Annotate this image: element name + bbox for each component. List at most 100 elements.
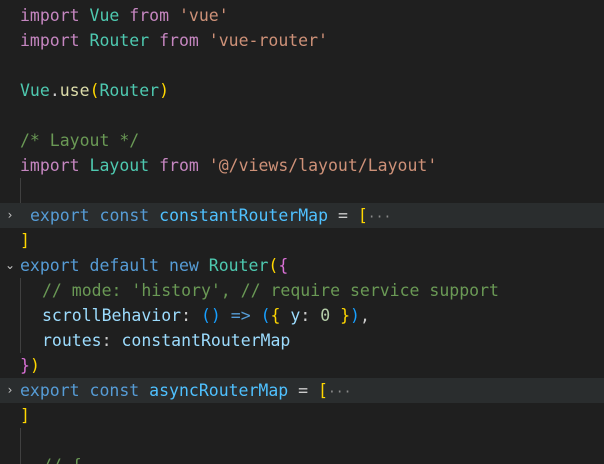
bracket-token: ]: [20, 406, 30, 425]
keyword-token: from: [159, 156, 199, 175]
bracket-token: }: [20, 356, 30, 375]
punctuation-token: =: [328, 206, 358, 225]
keyword-token: from: [129, 6, 170, 25]
comment-token: /* Layout */: [20, 131, 140, 150]
identifier-token: Vue: [89, 6, 120, 25]
constant-token: asyncRouterMap: [149, 381, 289, 400]
code-line-7[interactable]: import Layout from '@/views/layout/Layou…: [0, 153, 604, 178]
keyword-token: import: [20, 31, 80, 50]
identifier-token: Router: [99, 81, 160, 100]
string-token: '@/views/layout/Layout': [208, 156, 438, 175]
constant-token: constantRouterMap: [159, 206, 329, 225]
property-token: routes: [42, 331, 102, 350]
bracket-token: (): [200, 306, 221, 325]
bracket-token: {: [278, 256, 289, 275]
code-line-1[interactable]: import Vue from 'vue': [0, 3, 604, 28]
code-line-3[interactable]: [0, 53, 604, 78]
code-line-10[interactable]: ]: [0, 228, 604, 253]
code-line-18[interactable]: [0, 428, 604, 453]
punctuation-token: :: [300, 306, 321, 325]
keyword-token: import: [20, 6, 80, 25]
bracket-token: (: [260, 306, 271, 325]
number-token: 0: [320, 306, 331, 325]
bracket-token: {: [270, 306, 281, 325]
code-line-6[interactable]: /* Layout */: [0, 128, 604, 153]
code-line-17[interactable]: ]: [0, 403, 604, 428]
folded-code-ellipsis[interactable]: ···: [328, 385, 351, 400]
comment-token: // mode: 'history', // require service s…: [42, 281, 499, 300]
punctuation-token: ,: [359, 306, 370, 325]
bracket-token: }: [340, 306, 351, 325]
keyword-token: new: [169, 256, 199, 275]
code-line-12[interactable]: // mode: 'history', // require service s…: [0, 278, 604, 303]
class-token: Router: [208, 256, 269, 275]
bracket-token: ): [29, 356, 40, 375]
code-editor[interactable]: import Vue from 'vue' import Router from…: [0, 0, 604, 464]
punctuation-token: :: [181, 306, 201, 325]
code-line-15[interactable]: }): [0, 353, 604, 378]
string-token: 'vue-router': [208, 31, 328, 50]
chevron-down-icon[interactable]: ⌄: [3, 253, 17, 278]
chevron-right-icon[interactable]: ›: [3, 203, 17, 228]
code-line-9[interactable]: › export const constantRouterMap = [···: [0, 203, 604, 228]
punctuation-token: :: [101, 331, 122, 350]
code-line-4[interactable]: Vue.use(Router): [0, 78, 604, 103]
keyword-token: import: [20, 156, 80, 175]
code-line-14[interactable]: routes: constantRouterMap: [0, 328, 604, 353]
arrow-token: =>: [230, 306, 251, 325]
code-line-2[interactable]: import Router from 'vue-router': [0, 28, 604, 53]
identifier-token: Router: [89, 31, 150, 50]
keyword-token: export: [20, 381, 80, 400]
code-line-16[interactable]: › export const asyncRouterMap = [···: [0, 378, 604, 403]
identifier-token: Layout: [89, 156, 150, 175]
keyword-token: export: [20, 256, 80, 275]
bracket-token: (: [268, 256, 279, 275]
bracket-token: ): [350, 306, 360, 325]
property-token: y: [290, 306, 301, 325]
property-token: scrollBehavior: [42, 306, 182, 325]
bracket-token: ): [159, 81, 170, 100]
folded-code-ellipsis[interactable]: ···: [368, 210, 391, 225]
bracket-token: [: [357, 206, 368, 225]
keyword-token: export: [30, 206, 90, 225]
code-line-19[interactable]: // {: [0, 453, 604, 464]
identifier-token: Vue: [20, 81, 50, 100]
keyword-token: const: [89, 381, 140, 400]
keyword-token: from: [159, 31, 199, 50]
keyword-token: default: [89, 256, 160, 275]
bracket-token: (: [89, 81, 100, 100]
code-line-13[interactable]: scrollBehavior: () => ({ y: 0 }),: [0, 303, 604, 328]
code-line-5[interactable]: [0, 103, 604, 128]
bracket-token: [: [318, 381, 328, 400]
punctuation-token: =: [288, 381, 319, 400]
punctuation-token: .: [49, 81, 60, 100]
comment-token: // {: [42, 456, 82, 464]
code-line-8[interactable]: [0, 178, 604, 203]
chevron-right-icon[interactable]: ›: [3, 378, 17, 403]
variable-token: constantRouterMap: [121, 331, 291, 350]
code-line-11[interactable]: ⌄ export default new Router({: [0, 253, 604, 278]
string-token: 'vue': [178, 6, 229, 25]
keyword-token: const: [99, 206, 150, 225]
bracket-token: ]: [20, 231, 30, 250]
function-token: use: [59, 81, 90, 100]
